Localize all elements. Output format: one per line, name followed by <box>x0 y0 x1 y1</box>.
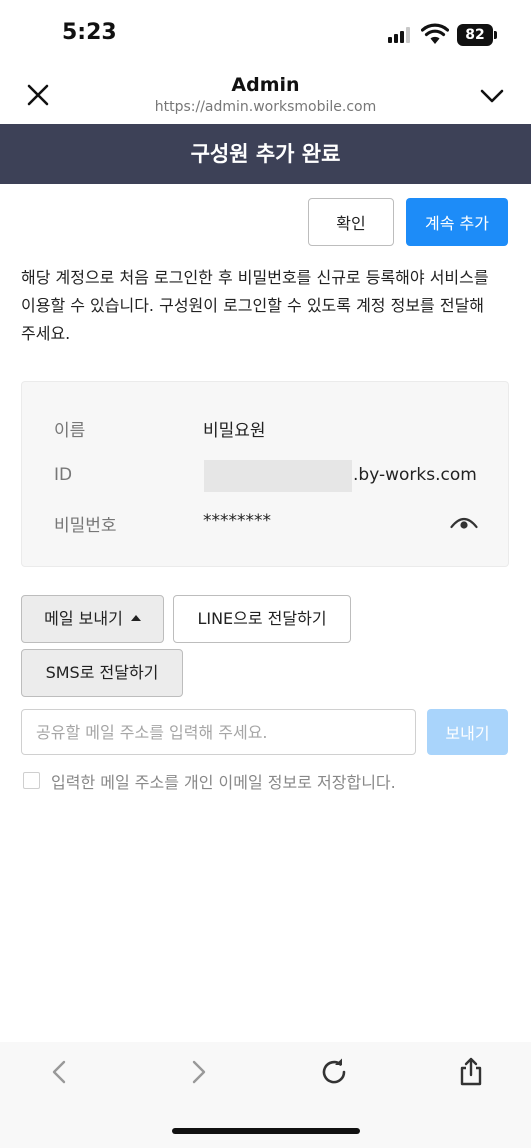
name-label: 이름 <box>54 421 86 441</box>
continue-add-button[interactable]: 계속 추가 <box>406 198 508 246</box>
password-value: ******** <box>203 511 271 531</box>
save-email-label: 입력한 메일 주소를 개인 이메일 정보로 저장합니다. <box>51 773 396 792</box>
save-email-checkbox[interactable] <box>23 772 40 789</box>
browser-url: https://admin.worksmobile.com <box>154 99 377 115</box>
account-info-panel: 이름 비밀요원 ID .by-works.com 비밀번호 ******** <box>21 381 509 567</box>
sms-share-button[interactable]: SMS로 전달하기 <box>21 649 183 697</box>
notice-text: 해당 계정으로 처음 로그인한 후 비밀번호를 신규로 등록해야 서비스를 이용… <box>21 268 489 343</box>
browser-title: Admin <box>231 74 300 96</box>
id-masked-value <box>204 460 352 492</box>
home-indicator <box>172 1128 360 1134</box>
email-input[interactable] <box>21 709 416 755</box>
forward-arrow-icon[interactable] <box>182 1056 214 1088</box>
page-title: 구성원 추가 완료 <box>0 124 531 184</box>
confirm-button[interactable]: 확인 <box>308 198 394 246</box>
email-share-label: 메일 보내기 <box>44 609 123 628</box>
email-share-button[interactable]: 메일 보내기 <box>21 595 164 643</box>
battery-level: 82 <box>457 24 493 46</box>
status-bar: 5:23 82 <box>0 0 531 64</box>
send-button[interactable]: 보내기 <box>427 709 508 755</box>
battery-icon: 82 <box>457 24 497 46</box>
reload-icon[interactable] <box>318 1056 350 1088</box>
password-label: 비밀번호 <box>54 516 117 536</box>
wifi-icon <box>421 23 449 44</box>
signal-icon <box>388 27 412 43</box>
id-label: ID <box>54 465 73 485</box>
share-icon[interactable] <box>455 1056 487 1088</box>
chevron-down-icon[interactable] <box>478 82 506 110</box>
status-time: 5:23 <box>62 20 117 45</box>
line-share-button[interactable]: LINE으로 전달하기 <box>173 595 351 643</box>
caret-up-icon <box>130 614 141 621</box>
name-value: 비밀요원 <box>203 421 266 441</box>
eye-icon[interactable] <box>450 514 478 530</box>
id-domain: .by-works.com <box>353 465 477 485</box>
browser-header: Admin https://admin.worksmobile.com <box>0 64 531 124</box>
back-arrow-icon[interactable] <box>44 1056 76 1088</box>
